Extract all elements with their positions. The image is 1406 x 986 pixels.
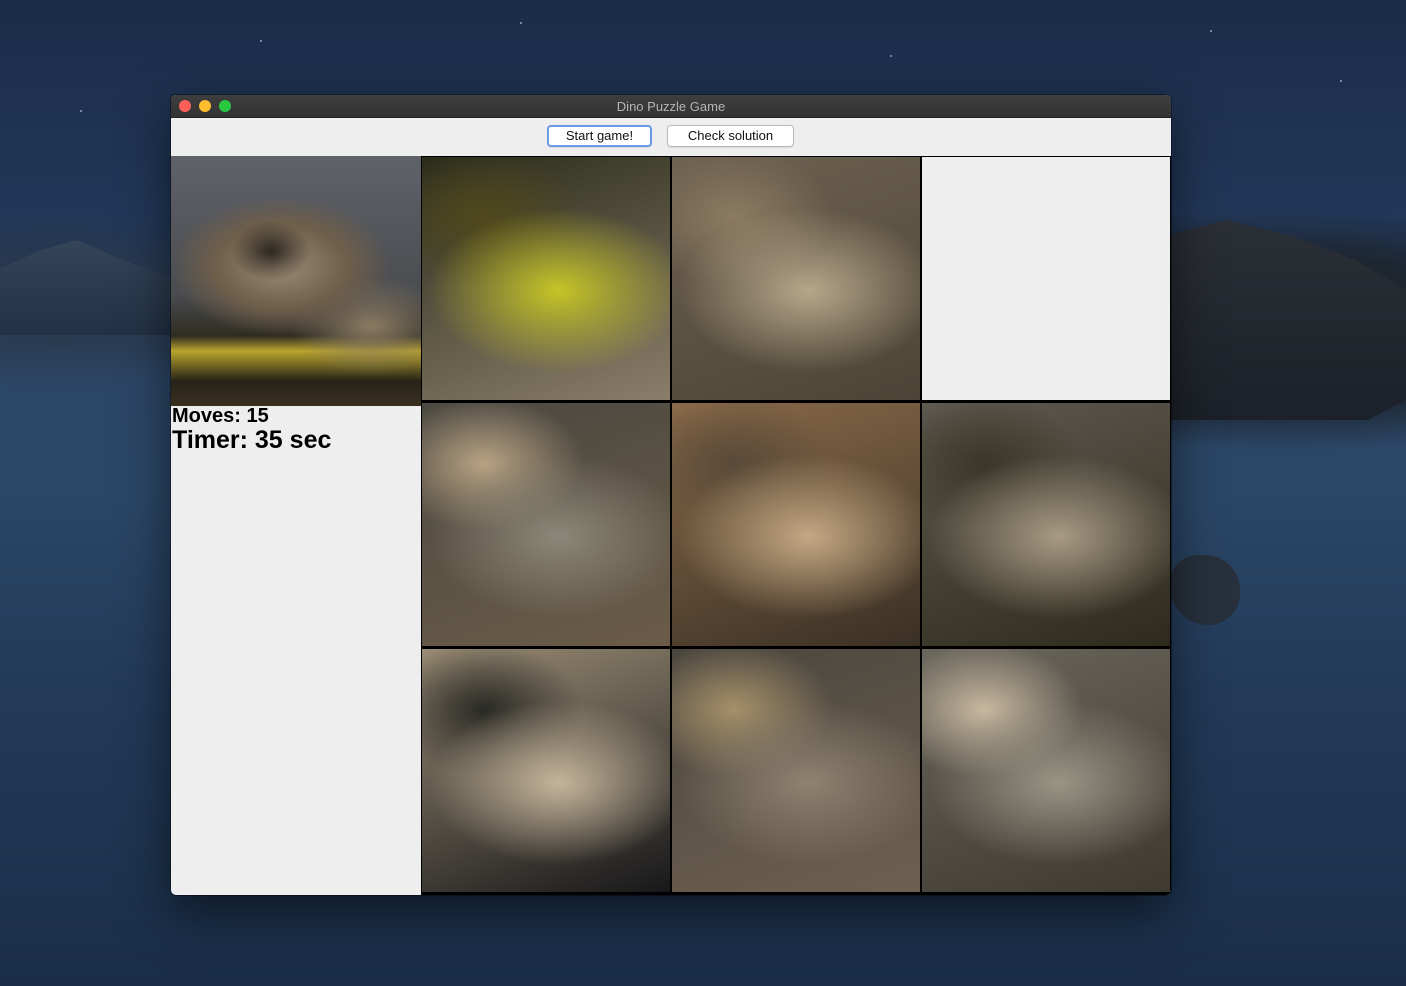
puzzle-tile-6[interactable] [922, 403, 1170, 646]
puzzle-tile-7[interactable] [422, 649, 670, 892]
moves-label: Moves: [172, 405, 241, 427]
window-title: Dino Puzzle Game [616, 99, 726, 114]
title-bar[interactable]: Dino Puzzle Game [171, 95, 1171, 118]
timer-display: Timer: 35 sec [172, 426, 331, 454]
star [890, 55, 892, 57]
solution-preview-image [171, 156, 421, 406]
timer-value: 35 [254, 426, 283, 454]
puzzle-tile-9[interactable] [922, 649, 1170, 892]
start-game-button[interactable]: Start game! [547, 125, 652, 147]
star [80, 110, 82, 112]
stats-panel: Moves: 15 Timer: 35 sec [172, 406, 331, 454]
rock [1170, 555, 1240, 625]
puzzle-tile-8[interactable] [672, 649, 920, 892]
mountain-left [0, 240, 172, 335]
star [520, 22, 522, 24]
check-solution-button[interactable]: Check solution [667, 125, 794, 147]
puzzle-tile-2[interactable] [672, 157, 920, 400]
star [1340, 80, 1342, 82]
star [260, 40, 262, 42]
moves-value: 15 [246, 405, 269, 427]
moves-counter: Moves: 15 [172, 406, 331, 426]
puzzle-tile-5[interactable] [672, 403, 920, 646]
timer-unit: sec [289, 426, 332, 454]
empty-tile-slot[interactable] [922, 157, 1170, 400]
mountain-right [1150, 220, 1406, 420]
star [1210, 30, 1212, 32]
timer-label: Timer: [172, 426, 248, 454]
puzzle-tile-1[interactable] [422, 157, 670, 400]
toolbar: Start game! Check solution [171, 118, 1171, 156]
puzzle-tile-4[interactable] [422, 403, 670, 646]
app-window: Dino Puzzle Game Start game! Check solut… [171, 95, 1171, 895]
puzzle-board [421, 156, 1171, 895]
